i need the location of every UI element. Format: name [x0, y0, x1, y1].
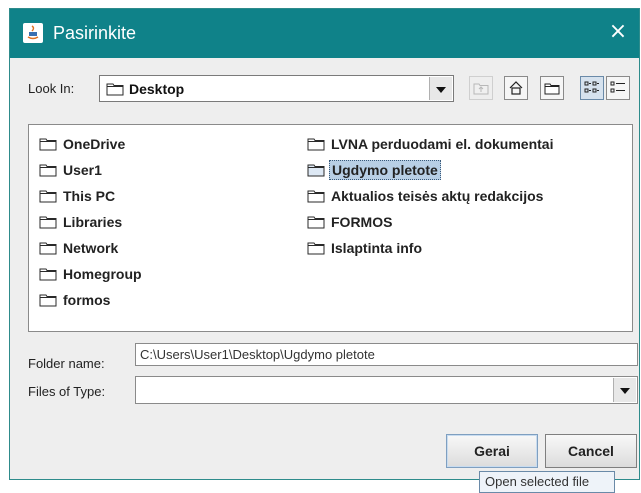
list-view-button[interactable]: [580, 76, 604, 100]
folder-icon: [307, 164, 325, 177]
item-name: LVNA perduodami el. dokumentai: [331, 136, 554, 152]
item-name: Ugdymo pletote: [329, 160, 441, 180]
folder-icon: [307, 190, 325, 203]
folder-icon: [39, 216, 57, 229]
item-name: Islaptinta info: [331, 240, 422, 256]
look-in-label: Look In:: [28, 81, 75, 96]
folder-icon: [39, 268, 57, 281]
folder-icon: [307, 138, 325, 151]
up-one-level-button[interactable]: [469, 76, 493, 100]
folder-name-value: C:\Users\User1\Desktop\Ugdymo pletote: [140, 347, 375, 362]
details-view-icon: [610, 81, 625, 93]
chevron-down-icon[interactable]: [613, 378, 636, 402]
folder-icon: [39, 242, 57, 255]
item-name: Aktualios teisės aktų redakcijos: [331, 188, 544, 204]
home-button[interactable]: [504, 76, 528, 100]
files-of-type-combo[interactable]: [135, 376, 638, 404]
list-view-icon: [584, 81, 599, 93]
details-view-button[interactable]: [606, 76, 630, 100]
item-name: OneDrive: [63, 136, 126, 152]
look-in-value: Desktop: [129, 81, 185, 97]
folder-name-field[interactable]: C:\Users\User1\Desktop\Ugdymo pletote: [135, 343, 638, 366]
item-name: User1: [63, 162, 102, 178]
ok-button[interactable]: Gerai: [446, 434, 538, 468]
up-folder-icon: [473, 83, 489, 95]
item-name: Network: [63, 240, 119, 256]
tooltip: Open selected file: [479, 471, 615, 493]
folder-icon: [39, 164, 57, 177]
item-name: FORMOS: [331, 214, 393, 230]
folder-name-label: Folder name:: [28, 356, 105, 371]
title-bar: Pasirinkite ×: [10, 9, 639, 58]
look-in-combo[interactable]: Desktop: [99, 75, 454, 102]
new-folder-button[interactable]: [540, 76, 564, 100]
files-of-type-label: Files of Type:: [28, 384, 106, 399]
window-title: Pasirinkite: [53, 23, 137, 43]
close-icon[interactable]: ×: [605, 20, 631, 46]
folder-icon: [307, 242, 325, 255]
item-name: formos: [63, 292, 111, 308]
item-name: Libraries: [63, 214, 123, 230]
file-chooser-dialog: Pasirinkite × Look In: Desktop OneDrive …: [9, 8, 640, 480]
new-folder-icon: [544, 83, 560, 95]
item-name: Homegroup: [63, 266, 142, 282]
folder-icon: [106, 83, 124, 96]
java-app-icon: [23, 23, 43, 43]
cancel-button[interactable]: Cancel: [545, 434, 637, 468]
item-name: This PC: [63, 188, 116, 204]
folder-icon: [39, 138, 57, 151]
chevron-down-icon[interactable]: [429, 77, 452, 100]
folder-icon: [39, 294, 57, 307]
folder-icon: [307, 216, 325, 229]
folder-icon: [39, 190, 57, 203]
file-list[interactable]: OneDrive User1 This PC Libraries Network…: [28, 124, 633, 332]
home-icon: [509, 81, 523, 95]
